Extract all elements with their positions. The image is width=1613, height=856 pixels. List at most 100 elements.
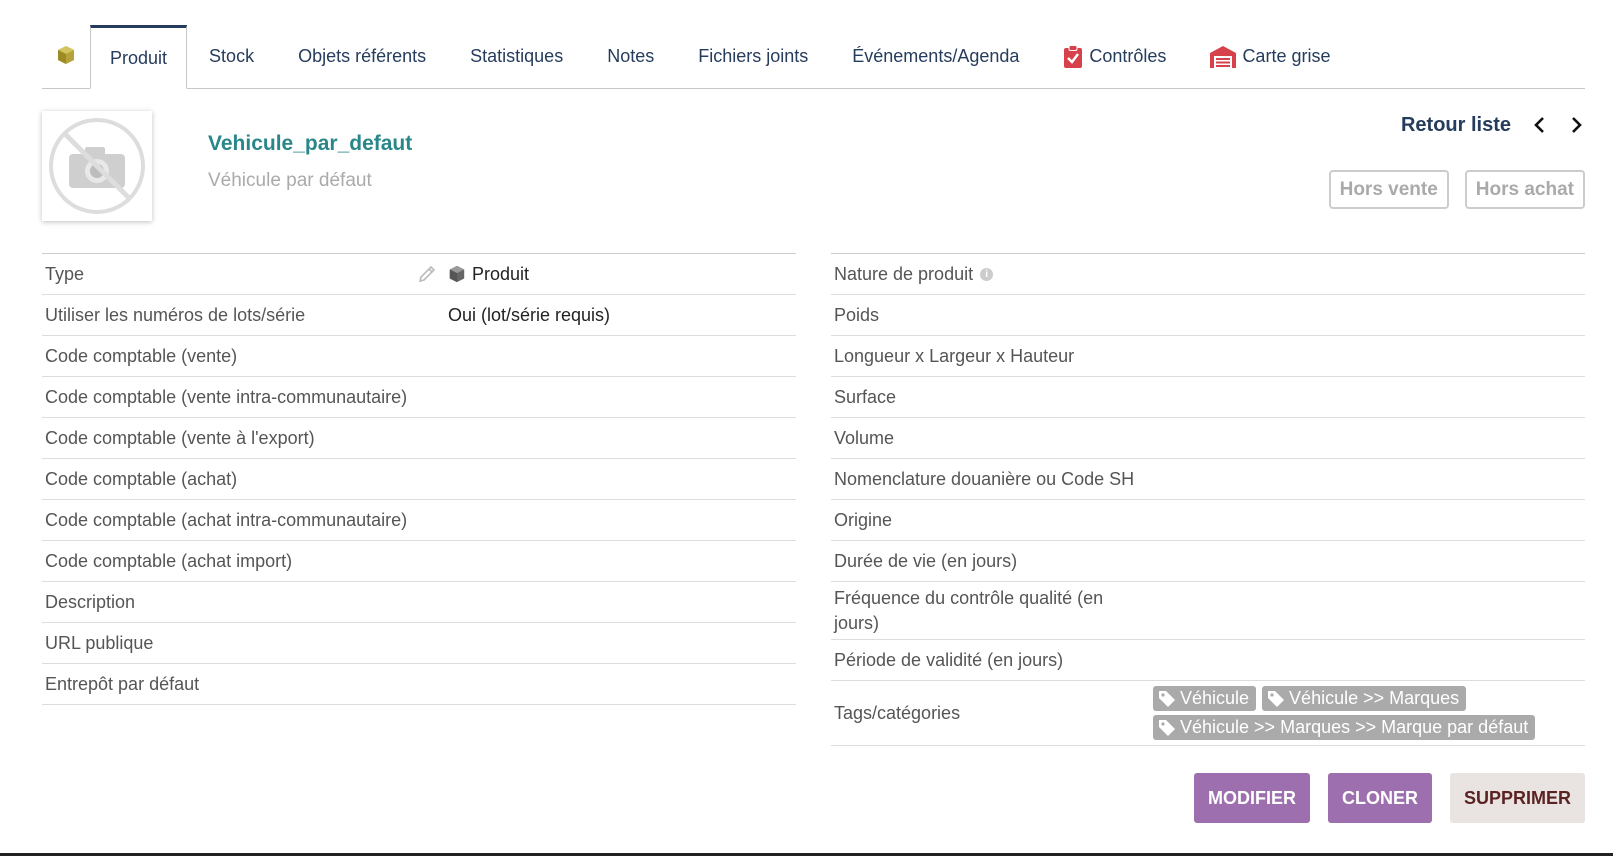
tab-label: Carte grise <box>1242 46 1331 66</box>
tag-label: Véhicule <box>1180 688 1250 708</box>
delete-button[interactable]: Supprimer <box>1449 773 1585 823</box>
tag-icon <box>1268 690 1285 707</box>
status-badges: Hors vente Hors achat <box>1328 170 1585 209</box>
tab-home[interactable] <box>42 25 90 88</box>
field-row: Fréquence du contrôle qualité (en jours) <box>831 582 1585 640</box>
field-label: Longueur x Largeur x Hauteur <box>834 345 1075 366</box>
field-value: Produit <box>445 264 529 285</box>
product-ref: Vehicule_par_defaut <box>208 132 413 155</box>
tab-bar: Produit Stock Objets référents Statistiq… <box>42 25 1585 89</box>
clipboard-check-icon <box>1064 44 1083 68</box>
status-sell-button[interactable]: Hors vente <box>1328 170 1449 209</box>
field-row: URL publique <box>42 623 796 664</box>
field-row: Durée de vie (en jours) <box>831 541 1585 582</box>
previous-record-icon[interactable] <box>1533 116 1547 134</box>
tab-evenements-agenda[interactable]: Événements/Agenda <box>830 25 1041 88</box>
field-row: Période de validité (en jours) <box>831 640 1585 681</box>
field-label: Poids <box>834 304 880 325</box>
field-label: Code comptable (vente) <box>45 345 238 366</box>
tab-statistiques[interactable]: Statistiques <box>448 25 585 88</box>
tab-label: Statistiques <box>470 46 564 66</box>
category-tag[interactable]: Véhicule >> Marques <box>1262 686 1467 711</box>
field-label: URL publique <box>45 632 154 653</box>
field-label: Description <box>45 591 136 612</box>
field-row: Description <box>42 582 796 623</box>
tag-icon <box>1159 690 1175 707</box>
tab-notes[interactable]: Notes <box>585 25 676 88</box>
tab-label: Stock <box>209 46 255 66</box>
field-row: Origine <box>831 500 1585 541</box>
box-icon <box>58 45 74 64</box>
field-row-nature: Nature de produit i <box>831 254 1585 295</box>
pencil-icon[interactable] <box>417 264 445 284</box>
tab-fichiers-joints[interactable]: Fichiers joints <box>676 25 830 88</box>
tab-produit[interactable]: Produit <box>90 25 188 89</box>
field-label: Code comptable (vente intra-communautair… <box>45 386 408 407</box>
field-label: Origine <box>834 509 893 530</box>
field-row: Code comptable (achat) <box>42 459 796 500</box>
field-label: Période de validité (en jours) <box>834 649 1064 670</box>
tag-label: Véhicule >> Marques >> Marque par défaut <box>1180 717 1529 737</box>
next-record-icon[interactable] <box>1569 116 1583 134</box>
tab-stock[interactable]: Stock <box>187 25 276 88</box>
tab-label: Objets référents <box>298 46 427 66</box>
modify-button[interactable]: Modifier <box>1193 773 1310 823</box>
field-label: Code comptable (achat intra-communautair… <box>45 509 408 530</box>
field-row: Volume <box>831 418 1585 459</box>
field-row: Code comptable (achat intra-communautair… <box>42 500 796 541</box>
field-label: Durée de vie (en jours) <box>834 550 1018 571</box>
field-row: Code comptable (achat import) <box>42 541 796 582</box>
field-label: Nomenclature douanière ou Code SH <box>834 468 1135 489</box>
field-label: Entrepôt par défaut <box>45 673 200 694</box>
tab-objets-referents[interactable]: Objets référents <box>276 25 448 88</box>
status-buy-button[interactable]: Hors achat <box>1464 170 1585 209</box>
field-row: Surface <box>831 377 1585 418</box>
field-label: Volume <box>834 427 895 448</box>
right-field-table: Nature de produit i Poids Longueur x Larg… <box>831 253 1585 746</box>
back-to-list-link[interactable]: Retour liste <box>1401 114 1511 137</box>
tab-carte-grise[interactable]: Carte grise <box>1188 25 1352 88</box>
field-label-text: Nature de produit <box>834 263 974 284</box>
tab-label: Fichiers joints <box>698 46 809 66</box>
garage-icon <box>1210 45 1237 68</box>
category-tag[interactable]: Véhicule >> Marques >> Marque par défaut <box>1153 715 1536 740</box>
left-field-table: Type Produit Utiliser les numéros de lot… <box>42 253 796 705</box>
field-label: Type <box>45 263 85 284</box>
no-photo-icon <box>49 118 145 214</box>
tab-label: Événements/Agenda <box>852 46 1020 66</box>
field-label: Tags/catégories <box>834 702 961 723</box>
product-photo[interactable] <box>42 111 152 221</box>
tab-label: Produit <box>110 47 168 68</box>
tab-label: Notes <box>607 46 655 66</box>
field-label: Code comptable (achat) <box>45 468 238 489</box>
action-buttons: Modifier Cloner Supprimer <box>1193 773 1585 823</box>
category-tag[interactable]: Véhicule <box>1153 686 1257 711</box>
field-label: Surface <box>834 386 897 407</box>
clone-button[interactable]: Cloner <box>1327 773 1432 823</box>
tag-icon <box>1159 719 1175 736</box>
field-label: Code comptable (achat import) <box>45 550 293 571</box>
field-row: Code comptable (vente à l'export) <box>42 418 796 459</box>
field-row: Code comptable (vente intra-communautair… <box>42 377 796 418</box>
field-row: Entrepôt par défaut <box>42 664 796 705</box>
field-row-tags: Tags/catégories Véhicule Véhicule >> Mar… <box>831 681 1585 746</box>
tab-controles[interactable]: Contrôles <box>1041 25 1188 88</box>
field-row: Poids <box>831 295 1585 336</box>
field-row: Nomenclature douanière ou Code SH <box>831 459 1585 500</box>
field-row: Longueur x Largeur x Hauteur <box>831 336 1585 377</box>
tag-list: Véhicule Véhicule >> Marques Véhicule >>… <box>1153 682 1553 744</box>
field-value: Oui (lot/série requis) <box>448 304 611 325</box>
field-row-lot-serial: Utiliser les numéros de lots/série Oui (… <box>42 295 796 336</box>
record-navigation: Retour liste <box>1401 110 1583 140</box>
product-label: Véhicule par défaut <box>208 170 372 191</box>
tag-label: Véhicule >> Marques <box>1289 688 1460 708</box>
info-icon[interactable]: i <box>980 268 994 282</box>
product-type-icon <box>449 265 465 283</box>
tab-label: Contrôles <box>1089 46 1167 66</box>
product-type-value: Produit <box>472 263 530 284</box>
field-label: Fréquence du contrôle qualité (en jours) <box>834 587 1104 633</box>
field-label: Utiliser les numéros de lots/série <box>45 304 306 325</box>
field-row-type: Type Produit <box>42 254 796 295</box>
field-label: Nature de produit i <box>831 262 1153 287</box>
field-label: Code comptable (vente à l'export) <box>45 427 315 448</box>
